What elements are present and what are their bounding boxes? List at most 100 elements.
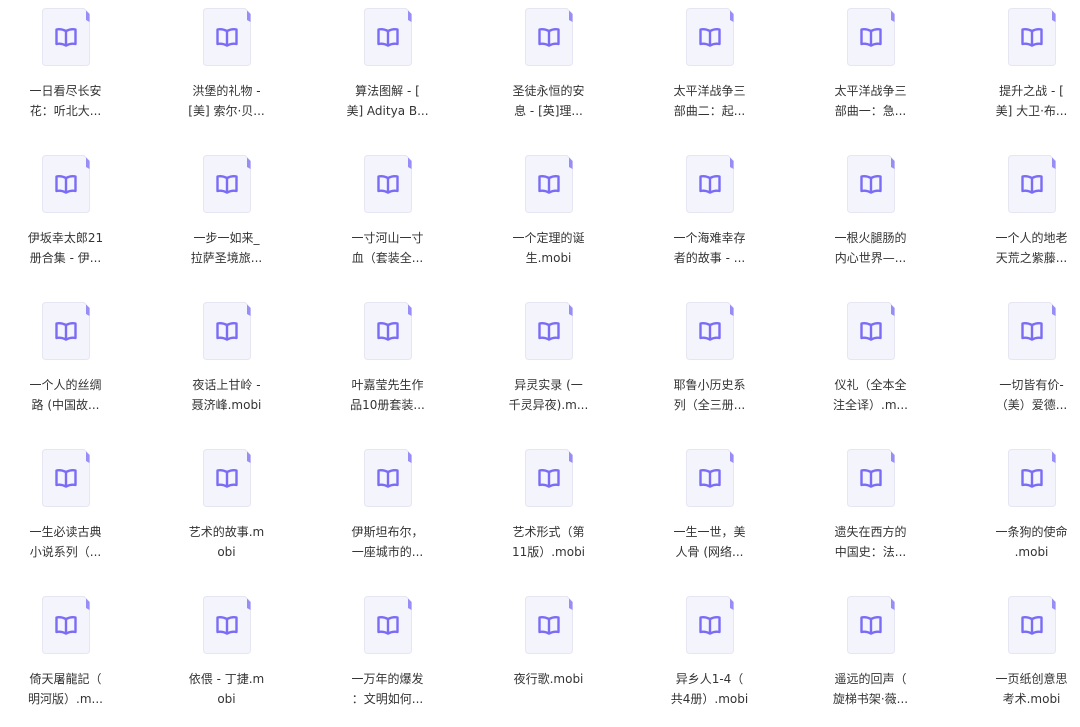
file-item[interactable]: 遥远的回声（ 旋梯书架·薇... — [805, 592, 966, 727]
file-item[interactable]: 艺术形式（第 11版）.mobi — [483, 445, 644, 592]
file-item[interactable]: 太平洋战争三 部曲一：急... — [805, 4, 966, 151]
file-name-line2: 注全译）.m... — [833, 397, 908, 412]
file-item[interactable]: 一生一世，美 人骨 (网络... — [644, 445, 805, 592]
ebook-book-icon — [685, 449, 734, 507]
file-name-line1: 倚天屠龍記（ — [29, 672, 102, 686]
file-name-line2: 共4册）.mobi — [670, 691, 749, 706]
file-name: 圣徒永恒的安息 - [英]理... — [503, 82, 595, 121]
file-item[interactable]: 异乡人1-4（ 共4册）.mobi — [644, 592, 805, 727]
file-item[interactable]: 一个人的地老 天荒之紫藤... — [966, 151, 1080, 298]
file-name-line1: 遗失在西方的 — [834, 525, 907, 539]
file-name-line2: 品10册套装... — [350, 397, 425, 412]
file-item[interactable]: 依偎 - 丁捷.m obi — [161, 592, 322, 727]
file-item[interactable]: 一条狗的使命 .mobi — [966, 445, 1080, 592]
file-name-line2: [美] 索尔·贝... — [188, 103, 265, 118]
ebook-book-icon — [524, 596, 573, 654]
ebook-book-icon — [202, 596, 251, 654]
file-name-line1: 太平洋战争三 — [834, 84, 907, 98]
file-item[interactable]: 一日看尽长安 花：听北大... — [0, 4, 161, 151]
file-name-line2: 拉萨圣境旅... — [190, 250, 263, 265]
ebook-book-icon — [363, 596, 412, 654]
file-name-line1: 一页纸创意思 — [995, 672, 1068, 686]
file-name-line2: 中国史：法... — [834, 544, 907, 559]
file-name-line1: 一寸河山一寸 — [351, 231, 424, 245]
file-name-line2: 美] 大卫·布... — [995, 103, 1068, 118]
file-name: 依偎 - 丁捷.m obi — [181, 670, 273, 709]
ebook-book-icon — [846, 8, 895, 66]
file-item[interactable]: 耶鲁小历史系 列（全三册... — [644, 298, 805, 445]
file-name: 遥远的回声（ 旋梯书架·薇... — [825, 670, 917, 709]
file-item[interactable]: 一页纸创意思 考术.mobi — [966, 592, 1080, 727]
file-name-line1: 一根火腿肠的 — [834, 231, 907, 245]
file-name-line1: 一切皆有价- — [999, 378, 1064, 392]
file-item[interactable]: 圣徒永恒的安息 - [英]理... — [483, 4, 644, 151]
file-name: 一生必读古典 小说系列（... — [20, 523, 112, 562]
file-name: 一步一如来_ 拉萨圣境旅... — [181, 229, 273, 268]
file-item[interactable]: 伊斯坦布尔， 一座城市的... — [322, 445, 483, 592]
file-name-line1: 依偎 - 丁捷.m — [188, 672, 265, 686]
file-item[interactable]: 一步一如来_ 拉萨圣境旅... — [161, 151, 322, 298]
file-name: 叶嘉莹先生作 品10册套装... — [342, 376, 434, 415]
file-name: 太平洋战争三 部曲二：起... — [664, 82, 756, 121]
file-item[interactable]: 一个人的丝绸路 (中国故... — [0, 298, 161, 445]
file-name: 一条狗的使命 .mobi — [986, 523, 1078, 562]
file-item[interactable]: 夜行歌.mobi — [483, 592, 644, 727]
ebook-book-icon — [1007, 8, 1056, 66]
file-name-line1: 一日看尽长安 — [29, 84, 102, 98]
file-name-line2: 人骨 (网络... — [675, 544, 744, 559]
file-item[interactable]: 一根火腿肠的 内心世界—... — [805, 151, 966, 298]
file-item[interactable]: 叶嘉莹先生作 品10册套装... — [322, 298, 483, 445]
file-item[interactable]: 太平洋战争三 部曲二：起... — [644, 4, 805, 151]
file-name: 算法图解 - [美] Aditya B... — [342, 82, 434, 121]
file-item[interactable]: 一生必读古典 小说系列（... — [0, 445, 161, 592]
file-item[interactable]: 异灵实录 (一 千灵异夜).m... — [483, 298, 644, 445]
file-item[interactable]: 一个定理的诞 生.mobi — [483, 151, 644, 298]
file-item[interactable]: 一寸河山一寸 血（套装全... — [322, 151, 483, 298]
file-name: 伊斯坦布尔， 一座城市的... — [342, 523, 434, 562]
file-name-line1: 提升之战 - [ — [999, 84, 1064, 98]
ebook-book-icon — [1007, 449, 1056, 507]
file-item[interactable]: 伊坂幸太郎21 册合集 - 伊... — [0, 151, 161, 298]
ebook-book-icon — [202, 449, 251, 507]
file-item[interactable]: 提升之战 - [ 美] 大卫·布... — [966, 4, 1080, 151]
file-name-line1: 遥远的回声（ — [834, 672, 907, 686]
file-name-line2: 内心世界—... — [834, 250, 907, 265]
file-name-line2: 者的故事 - ... — [673, 250, 746, 265]
file-item[interactable]: 夜话上甘岭 - 聂济峰.mobi — [161, 298, 322, 445]
file-item[interactable]: 一万年的爆发 ：文明如何... — [322, 592, 483, 727]
ebook-book-icon — [846, 155, 895, 213]
file-name-line2: 考术.mobi — [1002, 691, 1061, 706]
file-name: 一万年的爆发 ：文明如何... — [342, 670, 434, 709]
file-name: 一寸河山一寸 血（套装全... — [342, 229, 434, 268]
ebook-book-icon — [524, 8, 573, 66]
file-name-line1: 艺术形式（第 — [512, 525, 585, 539]
file-name-line2: 天荒之紫藤... — [995, 250, 1068, 265]
file-name-line2: 聂济峰.mobi — [191, 397, 262, 412]
file-item[interactable]: 一切皆有价- （美）爱德... — [966, 298, 1080, 445]
file-name-line1: 一个海难幸存 — [673, 231, 746, 245]
file-item[interactable]: 一个海难幸存 者的故事 - ... — [644, 151, 805, 298]
ebook-book-icon — [41, 302, 90, 360]
file-name-line1: 夜话上甘岭 - — [192, 378, 261, 392]
file-name-line1: 异灵实录 (一 — [514, 378, 583, 392]
file-item[interactable]: 算法图解 - [美] Aditya B... — [322, 4, 483, 151]
file-name-line1: 圣徒永恒的安 — [512, 84, 585, 98]
file-name: 一日看尽长安 花：听北大... — [20, 82, 112, 121]
file-name-line2: 11版）.mobi — [511, 544, 586, 559]
ebook-book-icon — [363, 8, 412, 66]
ebook-book-icon — [1007, 302, 1056, 360]
file-name: 一个人的地老 天荒之紫藤... — [986, 229, 1078, 268]
file-name-line1: 太平洋战争三 — [673, 84, 746, 98]
file-item[interactable]: 仪礼（全本全 注全译）.m... — [805, 298, 966, 445]
file-item[interactable]: 洪堡的礼物 - [美] 索尔·贝... — [161, 4, 322, 151]
ebook-book-icon — [524, 302, 573, 360]
file-name-line1: 叶嘉莹先生作 — [351, 378, 424, 392]
ebook-book-icon — [846, 302, 895, 360]
file-name: 倚天屠龍記（ 明河版）.m... — [20, 670, 112, 709]
file-item[interactable]: 遗失在西方的 中国史：法... — [805, 445, 966, 592]
file-item[interactable]: 艺术的故事.m obi — [161, 445, 322, 592]
file-item[interactable]: 倚天屠龍記（ 明河版）.m... — [0, 592, 161, 727]
ebook-book-icon — [685, 8, 734, 66]
file-name: 一个海难幸存 者的故事 - ... — [664, 229, 756, 268]
file-name-line2: ：文明如何... — [351, 691, 424, 706]
